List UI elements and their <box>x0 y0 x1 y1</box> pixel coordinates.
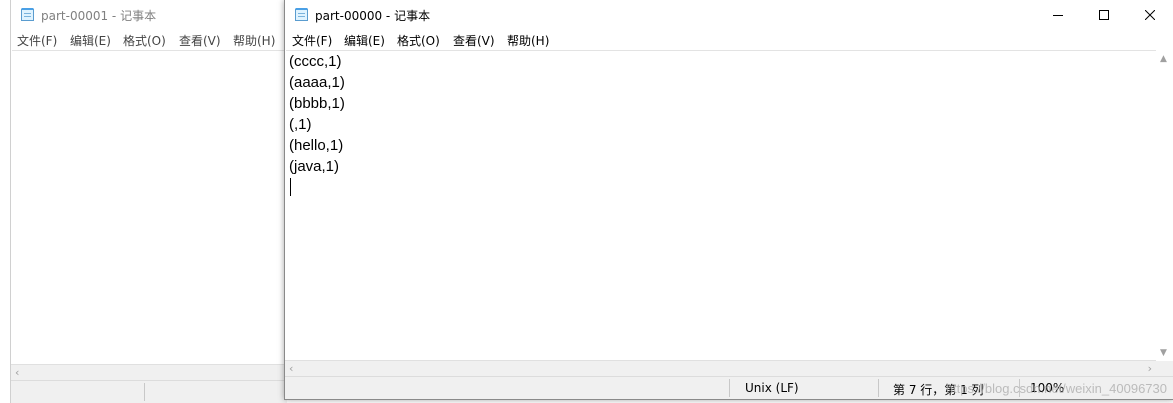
menu-edit[interactable]: 编辑(E) <box>70 32 111 49</box>
close-icon <box>1145 9 1155 20</box>
horizontal-scrollbar[interactable]: ‹ <box>11 364 287 381</box>
text-editor[interactable] <box>12 50 287 365</box>
menu-format[interactable]: 格式(O) <box>397 32 440 49</box>
menu-view[interactable]: 查看(V) <box>453 32 495 49</box>
menu-format[interactable]: 格式(O) <box>123 32 166 49</box>
horizontal-scrollbar[interactable]: ‹ › <box>285 360 1156 377</box>
status-separator <box>729 379 730 397</box>
notepad-icon <box>295 8 308 21</box>
text-line: (aaaa,1) <box>289 74 345 91</box>
maximize-button[interactable] <box>1081 0 1127 29</box>
scroll-right-icon[interactable]: › <box>1148 362 1152 375</box>
vertical-scrollbar[interactable]: ▲ ▼ <box>1156 50 1173 361</box>
scrollbar-corner <box>1156 361 1173 377</box>
text-line: (,1) <box>289 116 312 133</box>
menu-help[interactable]: 帮助(H) <box>233 32 275 49</box>
status-encoding: Unix (LF) <box>745 381 799 395</box>
scroll-left-icon[interactable]: ‹ <box>289 362 293 375</box>
title-bar[interactable]: part-00000 - 记事本 <box>285 0 1173 30</box>
scroll-up-icon[interactable]: ▲ <box>1160 54 1167 64</box>
menu-bar: 文件(F) 编辑(E) 格式(O) 查看(V) 帮助(H) <box>285 31 1173 50</box>
scroll-left-icon[interactable]: ‹ <box>15 366 19 379</box>
notepad-icon <box>21 8 34 21</box>
background-notepad-window[interactable]: part-00001 - 记事本 文件(F) 编辑(E) 格式(O) 查看(V)… <box>10 0 287 403</box>
menu-view[interactable]: 查看(V) <box>179 32 221 49</box>
text-line: (cccc,1) <box>289 53 342 70</box>
window-title: part-00000 - 记事本 <box>315 9 431 23</box>
text-line: (bbbb,1) <box>289 95 345 112</box>
scroll-down-icon[interactable]: ▼ <box>1160 348 1167 358</box>
menu-bar: 文件(F) 编辑(E) 格式(O) 查看(V) 帮助(H) <box>11 31 287 50</box>
watermark: https://blog.csdn.net/weixin_40096730 <box>945 381 1167 396</box>
text-editor[interactable]: (cccc,1) (aaaa,1) (bbbb,1) (,1) (hello,1… <box>286 50 1156 361</box>
menu-file[interactable]: 文件(F) <box>292 32 332 49</box>
notepad-window[interactable]: part-00000 - 记事本 文件(F) 编辑(E) 格式(O) 查看(V)… <box>284 0 1173 400</box>
close-button[interactable] <box>1127 0 1173 29</box>
title-bar[interactable]: part-00001 - 记事本 <box>11 0 287 30</box>
status-bar: Unix (LF) 第 7 行，第 1 列 100% https://blog.… <box>285 376 1173 399</box>
window-title: part-00001 - 记事本 <box>41 9 157 23</box>
text-line: (hello,1) <box>289 137 344 154</box>
text-caret <box>290 178 291 196</box>
menu-help[interactable]: 帮助(H) <box>507 32 549 49</box>
minimize-button[interactable] <box>1035 0 1081 29</box>
menu-file[interactable]: 文件(F) <box>17 32 57 49</box>
minimize-icon <box>1053 14 1063 16</box>
status-bar <box>11 380 287 403</box>
text-line: (java,1) <box>289 158 340 175</box>
status-separator <box>878 379 879 397</box>
menu-edit[interactable]: 编辑(E) <box>344 32 385 49</box>
maximize-icon <box>1099 9 1109 20</box>
